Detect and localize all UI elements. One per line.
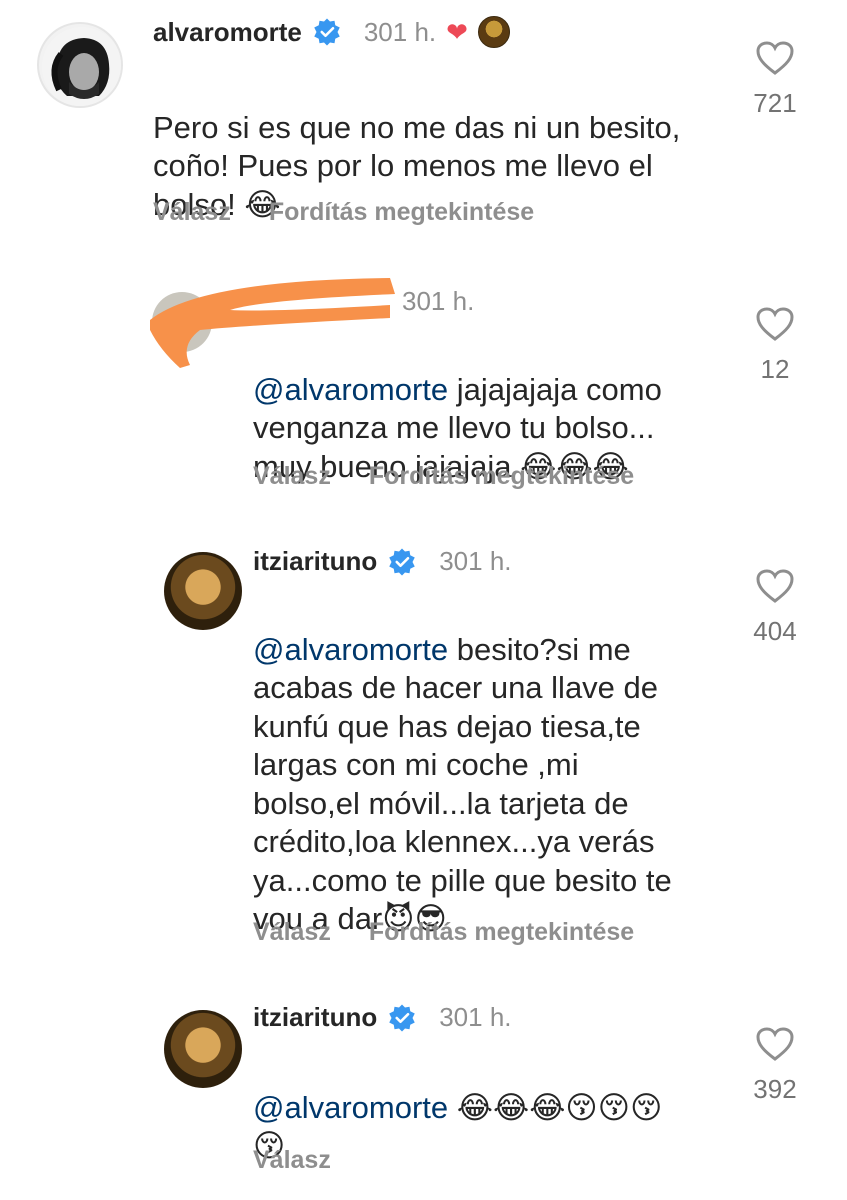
comment-actions: Válasz Fordítás megtekintése bbox=[253, 918, 634, 947]
like-area: 721 bbox=[745, 40, 805, 119]
mention-link[interactable]: @alvaromorte bbox=[253, 1090, 448, 1125]
verified-badge-icon bbox=[389, 548, 415, 575]
like-count: 721 bbox=[753, 88, 797, 118]
reply-button[interactable]: Válasz bbox=[253, 1146, 331, 1175]
comment-time: 301 h. bbox=[439, 546, 512, 576]
avatar[interactable] bbox=[164, 1010, 242, 1088]
verified-badge-icon bbox=[314, 18, 340, 46]
translate-button[interactable]: Fordítás megtekintése bbox=[269, 198, 534, 227]
avatar-photo bbox=[42, 27, 121, 106]
username-row: itziarituno 301 h. bbox=[253, 546, 512, 577]
comment-actions: Válasz Fordítás megtekintése bbox=[153, 198, 534, 227]
verified-badge-icon bbox=[389, 1004, 415, 1031]
like-count: 392 bbox=[753, 1074, 797, 1104]
reply-comment: 301 h. @alvaromorte jajajajaja como veng… bbox=[0, 270, 847, 490]
reply-button[interactable]: Válasz bbox=[153, 198, 231, 227]
like-area: 404 bbox=[745, 568, 805, 647]
comment-time: 301 h. bbox=[439, 1002, 512, 1032]
heart-outline-icon[interactable] bbox=[755, 40, 795, 76]
username[interactable]: itziarituno bbox=[253, 546, 377, 577]
like-count: 404 bbox=[753, 616, 797, 646]
heart-outline-icon[interactable] bbox=[755, 568, 795, 604]
like-area: 12 bbox=[745, 306, 805, 385]
comment-text: @alvaromorte besito?si me acabas de hace… bbox=[253, 592, 733, 939]
reply-button[interactable]: Válasz bbox=[253, 918, 331, 947]
like-count: 12 bbox=[760, 354, 790, 384]
comment-body: besito?si me acabas de hacer una llave d… bbox=[253, 631, 672, 937]
avatar[interactable] bbox=[164, 552, 242, 630]
username-row: itziarituno 301 h. bbox=[253, 1002, 512, 1033]
comment-time: 301 h. bbox=[402, 286, 475, 316]
mention-link[interactable]: @alvaromorte bbox=[253, 372, 448, 407]
comment-time: 301 h. bbox=[363, 16, 437, 47]
like-area: 392 bbox=[745, 1026, 805, 1105]
username[interactable]: alvaromorte bbox=[153, 17, 302, 48]
avatar[interactable] bbox=[37, 22, 123, 108]
creator-liked-heart-icon: ❤ bbox=[446, 16, 468, 47]
heart-outline-icon[interactable] bbox=[755, 306, 795, 342]
creator-avatar bbox=[477, 16, 510, 48]
username[interactable]: itziarituno bbox=[253, 1002, 377, 1033]
username-row: alvaromorte 301 h. ❤ bbox=[153, 16, 510, 48]
translate-button[interactable]: Fordítás megtekintése bbox=[369, 918, 634, 947]
reply-comment: itziarituno 301 h. @alvaromorte 😂😂😂😚😚😚 😚… bbox=[0, 990, 847, 1190]
username-row: 301 h. bbox=[392, 286, 474, 317]
comment-actions: Válasz Fordítás megtekintése bbox=[253, 462, 634, 491]
translate-button[interactable]: Fordítás megtekintése bbox=[369, 462, 634, 491]
reply-comment: itziarituno 301 h. @alvaromorte besito?s… bbox=[0, 530, 847, 960]
mention-link[interactable]: @alvaromorte bbox=[253, 632, 448, 667]
comment-actions: Válasz bbox=[253, 1146, 331, 1175]
heart-outline-icon[interactable] bbox=[755, 1026, 795, 1062]
reply-button[interactable]: Válasz bbox=[253, 462, 331, 491]
comment: alvaromorte 301 h. ❤ Pero si es que no m… bbox=[0, 0, 847, 240]
